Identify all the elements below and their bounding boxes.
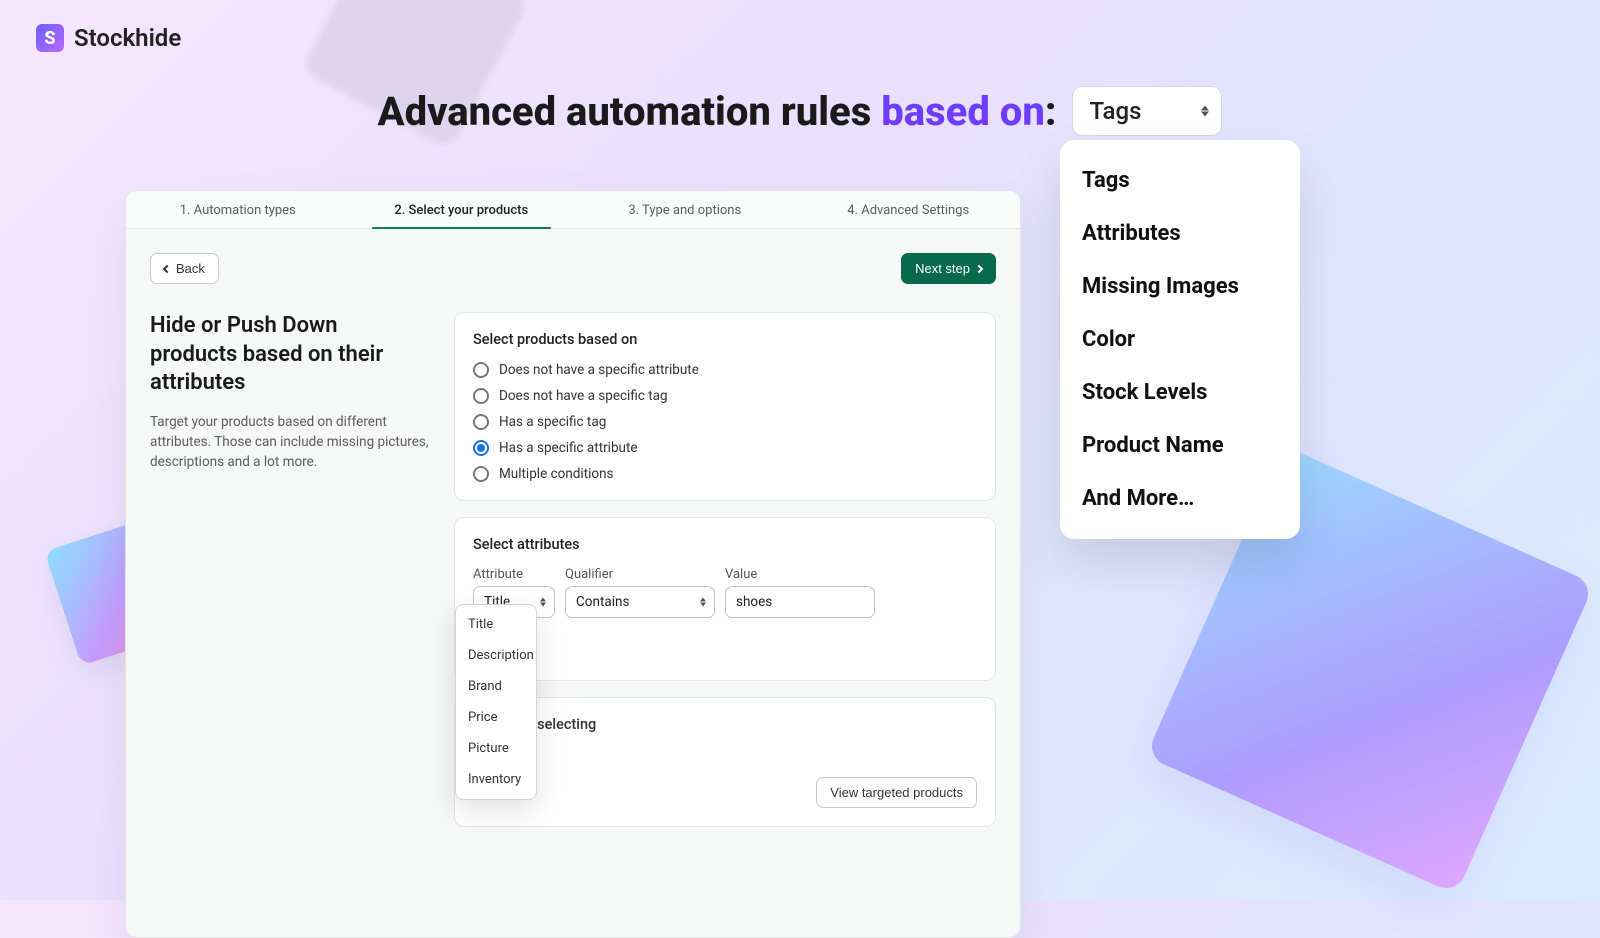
select-basis-panel: Select products based on Does not have a… xyxy=(454,312,996,501)
dropdown-option[interactable]: Product Name xyxy=(1060,419,1300,472)
next-step-button[interactable]: Next step xyxy=(901,253,996,284)
chevron-right-icon xyxy=(975,264,983,272)
wizard-card: 1. Automation types2. Select your produc… xyxy=(125,190,1021,938)
radio-icon xyxy=(473,466,489,482)
dropdown-option[interactable]: Missing Images xyxy=(1060,260,1300,313)
caret-icon xyxy=(1201,106,1209,117)
select-attributes-panel: Select attributes Attribute Title Qualif… xyxy=(454,517,996,681)
logo-text: Stockhide xyxy=(74,24,181,52)
page-heading: Advanced automation rules based on: Tags xyxy=(0,86,1600,136)
view-targeted-products-button[interactable]: View targeted products xyxy=(816,777,977,808)
qualifier-field: Qualifier Contains xyxy=(565,567,715,618)
radio-label: Multiple conditions xyxy=(499,466,614,482)
radio-label: Does not have a specific tag xyxy=(499,388,668,404)
attribute-dropdown: TitleDescriptionBrandPricePictureInvento… xyxy=(455,604,537,800)
radio-label: Has a specific tag xyxy=(499,414,606,430)
value-input[interactable]: shoes xyxy=(725,586,875,618)
right-column: Select products based on Does not have a… xyxy=(454,312,996,843)
dropdown-option[interactable]: Tags xyxy=(1060,154,1300,207)
heading-text: Advanced automation rules based on: xyxy=(378,88,1057,135)
toolbar: Back Next step xyxy=(150,253,996,284)
panel-title: Select products based on xyxy=(473,331,977,348)
rule-basis-select[interactable]: Tags xyxy=(1072,86,1222,136)
dropdown-option[interactable]: Attributes xyxy=(1060,207,1300,260)
radio-icon xyxy=(473,362,489,378)
dropdown-option[interactable]: Color xyxy=(1060,313,1300,366)
attribute-option[interactable]: Picture xyxy=(456,733,536,764)
step-tab[interactable]: 1. Automation types xyxy=(126,191,350,228)
radio-icon xyxy=(473,440,489,456)
step-tab[interactable]: 2. Select your products xyxy=(350,191,574,228)
section-desc: Target your products based on different … xyxy=(150,412,430,473)
field-label: Attribute xyxy=(473,567,555,582)
dropdown-option[interactable]: And More… xyxy=(1060,472,1300,525)
caret-icon xyxy=(540,598,546,607)
attribute-option[interactable]: Title xyxy=(456,609,536,640)
rule-basis-value: Tags xyxy=(1089,97,1141,125)
radio-group: Does not have a specific attribute Does n… xyxy=(473,362,977,482)
step-tab[interactable]: 3. Type and options xyxy=(573,191,797,228)
logo: S Stockhide xyxy=(36,24,181,52)
value-field: Value shoes xyxy=(725,567,875,618)
rule-basis-dropdown: TagsAttributesMissing ImagesColorStock L… xyxy=(1060,140,1300,539)
radio-option[interactable]: Does not have a specific attribute xyxy=(473,362,977,378)
attribute-option[interactable]: Price xyxy=(456,702,536,733)
stepper: 1. Automation types2. Select your produc… xyxy=(126,191,1020,229)
panel-title: Select attributes xyxy=(473,536,977,553)
attribute-option[interactable]: Inventory xyxy=(456,764,536,795)
attribute-option[interactable]: Description xyxy=(456,640,536,671)
caret-icon xyxy=(700,598,706,607)
radio-icon xyxy=(473,388,489,404)
section-title: Hide or Push Down products based on thei… xyxy=(150,312,430,398)
radio-label: Has a specific attribute xyxy=(499,440,638,456)
radio-option[interactable]: Multiple conditions xyxy=(473,466,977,482)
radio-option[interactable]: Has a specific tag xyxy=(473,414,977,430)
radio-label: Does not have a specific attribute xyxy=(499,362,699,378)
radio-option[interactable]: Does not have a specific tag xyxy=(473,388,977,404)
field-label: Qualifier xyxy=(565,567,715,582)
panel-partial-text: rgeting is selecting xyxy=(473,716,977,733)
logo-icon: S xyxy=(36,24,64,52)
attribute-option[interactable]: Brand xyxy=(456,671,536,702)
field-label: Value xyxy=(725,567,875,582)
qualifier-select[interactable]: Contains xyxy=(565,586,715,618)
left-column: Hide or Push Down products based on thei… xyxy=(150,312,430,843)
back-button[interactable]: Back xyxy=(150,253,219,284)
radio-icon xyxy=(473,414,489,430)
step-tab[interactable]: 4. Advanced Settings xyxy=(797,191,1021,228)
chevron-left-icon xyxy=(163,264,171,272)
dropdown-option[interactable]: Stock Levels xyxy=(1060,366,1300,419)
radio-option[interactable]: Has a specific attribute xyxy=(473,440,977,456)
